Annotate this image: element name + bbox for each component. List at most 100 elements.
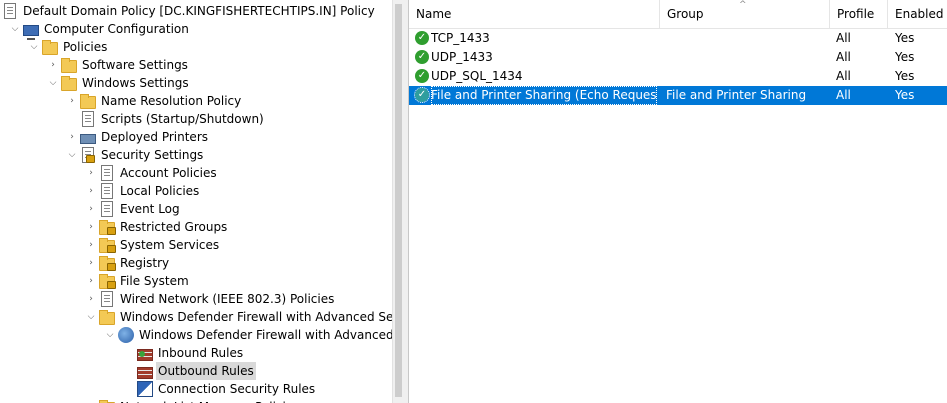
chevron-down-icon[interactable]: ⌵ — [28, 38, 40, 56]
chevron-right-icon[interactable]: › — [85, 272, 97, 290]
inbound-rules-icon — [137, 349, 153, 361]
cell-name: File and Printer Sharing (Echo Request -… — [431, 86, 657, 105]
tree-item-label: Account Policies — [120, 166, 217, 180]
cell-enabled: Yes — [895, 69, 915, 83]
tree-item-label: System Services — [120, 238, 220, 252]
cell-enabled: Yes — [895, 50, 915, 64]
cell-profile: All — [836, 31, 851, 45]
column-header-name[interactable]: Name — [409, 0, 660, 28]
table-row[interactable]: ✓ TCP_1433 All Yes — [409, 29, 947, 48]
chevron-right-icon[interactable]: › — [85, 218, 97, 236]
tree-item[interactable]: › Local Policies — [85, 182, 201, 200]
wired-network-icon — [101, 291, 113, 307]
chevron-right-icon[interactable]: › — [47, 56, 59, 74]
column-header-profile[interactable]: Profile — [830, 0, 888, 28]
tree-item-label: Scripts (Startup/Shutdown) — [101, 112, 264, 126]
list-header: Name Group Profile Enabled ^ — [409, 0, 947, 29]
chevron-right-icon[interactable]: › — [85, 236, 97, 254]
chevron-right-icon[interactable]: › — [85, 182, 97, 200]
cell-enabled: Yes — [895, 88, 915, 102]
tree-item[interactable]: Default Domain Policy [DC.KINGFISHERTECH… — [2, 2, 377, 20]
cell-group — [666, 48, 830, 67]
tree-item[interactable]: ⌵ Computer Configuration — [9, 20, 191, 40]
enabled-check-icon: ✓ — [415, 50, 429, 64]
table-row[interactable]: ✓ UDP_1433 All Yes — [409, 48, 947, 67]
chevron-right-icon[interactable]: › — [85, 164, 97, 182]
tree-item-label: Outbound Rules — [156, 362, 256, 380]
folder-icon — [61, 57, 77, 73]
tree-item[interactable]: › Wired Network (IEEE 802.3) Policies — [85, 290, 336, 308]
tree-item[interactable]: Connection Security Rules — [123, 380, 317, 398]
tree-item[interactable]: › File System — [85, 272, 191, 290]
tree-item[interactable]: Network List Manager Policies — [85, 398, 302, 403]
enabled-check-icon: ✓ — [415, 69, 429, 83]
tree-item[interactable]: › System Services — [85, 236, 221, 254]
table-row[interactable]: ✓ UDP_SQL_1434 All Yes — [409, 67, 947, 86]
chevron-down-icon[interactable]: ⌵ — [85, 308, 97, 326]
chevron-down-icon[interactable]: ⌵ — [104, 326, 116, 344]
chevron-right-icon[interactable]: › — [66, 92, 78, 110]
folder-icon — [99, 309, 115, 325]
chevron-down-icon[interactable]: ⌵ — [66, 146, 78, 164]
tree-scrollbar-thumb[interactable] — [395, 4, 402, 397]
tree-item[interactable]: › Software Settings — [47, 56, 190, 74]
table-row[interactable]: ✓ File and Printer Sharing (Echo Request … — [409, 86, 947, 105]
locked-folder-icon — [99, 237, 116, 253]
tree-item-label: Connection Security Rules — [158, 382, 316, 396]
tree-item-label: Policies — [63, 40, 108, 54]
tree-item[interactable]: › Deployed Printers — [66, 128, 210, 146]
tree-item-label: Windows Settings — [82, 76, 189, 90]
folder-icon — [80, 93, 96, 109]
tree-item-label: Default Domain Policy [DC.KINGFISHERTECH… — [23, 4, 375, 18]
tree-item[interactable]: › Registry — [85, 254, 171, 272]
tree-item-label: File System — [120, 274, 189, 288]
tree-item[interactable]: ⌵ Windows Defender Firewall with Advanced… — [85, 308, 392, 326]
local-policies-icon — [101, 183, 113, 199]
rules-list[interactable]: Name Group Profile Enabled ^ ✓ TCP_1433 Al… — [409, 0, 947, 403]
enabled-check-icon: ✓ — [414, 87, 430, 103]
cell-name: TCP_1433 — [431, 31, 490, 45]
tree-item[interactable]: › Account Policies — [85, 164, 219, 182]
tree-item-label: Computer Configuration — [44, 22, 189, 36]
chevron-down-icon[interactable]: ⌵ — [9, 20, 21, 38]
account-policies-icon — [101, 165, 113, 181]
firewall-globe-icon — [118, 327, 134, 343]
tree-item[interactable]: Inbound Rules — [123, 344, 245, 362]
connection-security-icon — [137, 381, 153, 397]
tree-item-label: Software Settings — [82, 58, 188, 72]
console-tree[interactable]: Default Domain Policy [DC.KINGFISHERTECH… — [0, 0, 392, 403]
tree-item[interactable]: ⌵ Windows Defender Firewall with Advanced… — [104, 326, 392, 344]
cell-profile: All — [836, 69, 851, 83]
tree-item-label: Windows Defender Firewall with Advanced … — [139, 328, 392, 342]
tree-item[interactable]: › Event Log — [85, 200, 182, 218]
locked-folder-icon — [99, 273, 116, 289]
tree-item[interactable]: ⌵ Windows Settings — [47, 74, 191, 92]
tree-item[interactable]: ⌵ Security Settings — [66, 146, 205, 164]
locked-folder-icon — [99, 255, 116, 271]
cell-name: UDP_1433 — [431, 50, 493, 64]
tree-item-label: Network List Manager Policies — [118, 398, 302, 403]
tree-item[interactable]: Scripts (Startup/Shutdown) — [66, 110, 266, 128]
policy-document-icon — [4, 3, 16, 19]
chevron-down-icon[interactable]: ⌵ — [47, 74, 59, 92]
tree-item-label: Restricted Groups — [120, 220, 228, 234]
column-header-enabled[interactable]: Enabled — [888, 0, 947, 28]
chevron-right-icon[interactable]: › — [85, 290, 97, 308]
tree-item-label: Wired Network (IEEE 802.3) Policies — [120, 292, 335, 306]
tree-item-label: Windows Defender Firewall with Advanced … — [120, 310, 392, 324]
tree-item[interactable]: ⌵ Policies — [28, 38, 109, 56]
cell-enabled: Yes — [895, 31, 915, 45]
chevron-right-icon[interactable]: › — [85, 200, 97, 218]
chevron-right-icon[interactable]: › — [85, 254, 97, 272]
cell-profile: All — [836, 88, 851, 102]
printer-icon — [80, 134, 96, 144]
tree-item-label: Inbound Rules — [158, 346, 244, 360]
chevron-right-icon[interactable]: › — [66, 128, 78, 146]
tree-item[interactable]: › Restricted Groups — [85, 218, 229, 236]
tree-item[interactable]: Outbound Rules — [123, 362, 256, 380]
tree-item[interactable]: › Name Resolution Policy — [66, 92, 243, 110]
